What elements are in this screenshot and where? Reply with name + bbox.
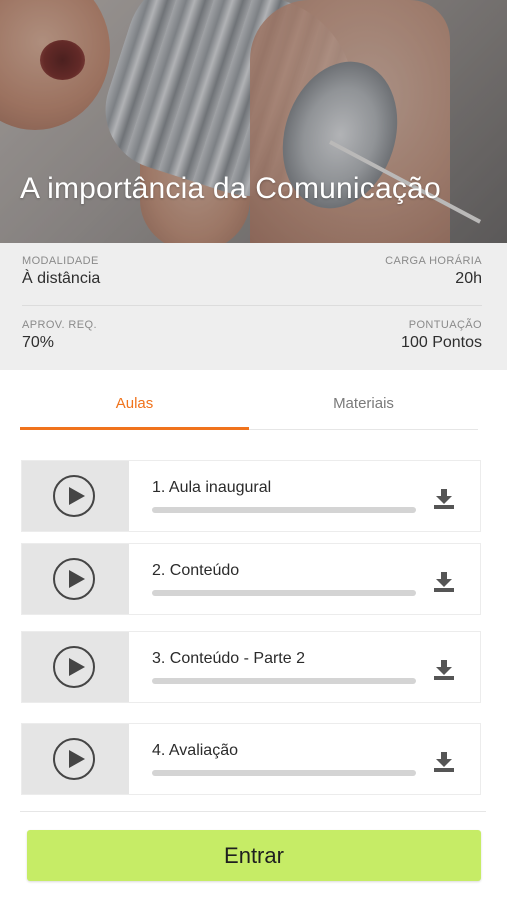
pontuacao-label: PONTUAÇÃO [408, 319, 482, 331]
carga-horaria-label: CARGA HORÁRIA [385, 255, 482, 267]
pontuacao-value: 100 Pontos [401, 334, 482, 351]
play-circle-icon[interactable] [53, 738, 95, 780]
aprov-req-cell: APROV. REQ. 70% [22, 319, 97, 352]
lesson-thumbnail [22, 461, 129, 531]
play-circle-icon[interactable] [53, 646, 95, 688]
enter-button[interactable]: Entrar [27, 830, 481, 881]
modalidade-cell: MODALIDADE À distância [22, 255, 100, 288]
lesson-thumbnail [22, 724, 129, 794]
content-tabs: Aulas Materiais [20, 384, 478, 430]
play-circle-icon[interactable] [53, 475, 95, 517]
info-row: MODALIDADE À distância CARGA HORÁRIA 20h [22, 243, 482, 306]
aprov-req-label: APROV. REQ. [22, 319, 97, 331]
download-icon[interactable] [433, 659, 455, 681]
carga-horaria-cell: CARGA HORÁRIA 20h [385, 255, 482, 288]
lesson-item[interactable]: 1. Aula inaugural [21, 460, 481, 532]
info-row: APROV. REQ. 70% PONTUAÇÃO 100 Pontos [22, 307, 482, 370]
play-circle-icon[interactable] [53, 558, 95, 600]
download-icon[interactable] [433, 488, 455, 510]
carga-horaria-value: 20h [455, 270, 482, 287]
aprov-req-value: 70% [22, 334, 55, 351]
download-icon[interactable] [433, 571, 455, 593]
tab-materiais[interactable]: Materiais [249, 384, 478, 430]
lesson-thumbnail [22, 544, 129, 614]
divider [20, 811, 486, 812]
modalidade-label: MODALIDADE [22, 255, 99, 267]
lesson-item[interactable]: 3. Conteúdo - Parte 2 [21, 631, 481, 703]
lesson-title: 4. Avaliação [152, 742, 238, 759]
hero-overlay [0, 0, 507, 243]
course-info-panel: MODALIDADE À distância CARGA HORÁRIA 20h… [0, 243, 507, 370]
lesson-progress-bar [152, 507, 416, 513]
pontuacao-cell: PONTUAÇÃO 100 Pontos [401, 319, 482, 352]
modalidade-value: À distância [22, 270, 101, 287]
tab-aulas[interactable]: Aulas [20, 384, 249, 430]
lesson-title: 2. Conteúdo [152, 562, 240, 579]
lesson-item[interactable]: 4. Avaliação [21, 723, 481, 795]
lesson-item[interactable]: 2. Conteúdo [21, 543, 481, 615]
lesson-progress-bar [152, 590, 416, 596]
course-title: A importância da Comunicação [20, 172, 441, 205]
course-hero-banner: A importância da Comunicação [0, 0, 507, 243]
lesson-progress-bar [152, 678, 416, 684]
lesson-title: 3. Conteúdo - Parte 2 [152, 650, 305, 667]
lesson-progress-bar [152, 770, 416, 776]
lesson-thumbnail [22, 632, 129, 702]
lesson-title: 1. Aula inaugural [152, 479, 272, 496]
download-icon[interactable] [433, 751, 455, 773]
